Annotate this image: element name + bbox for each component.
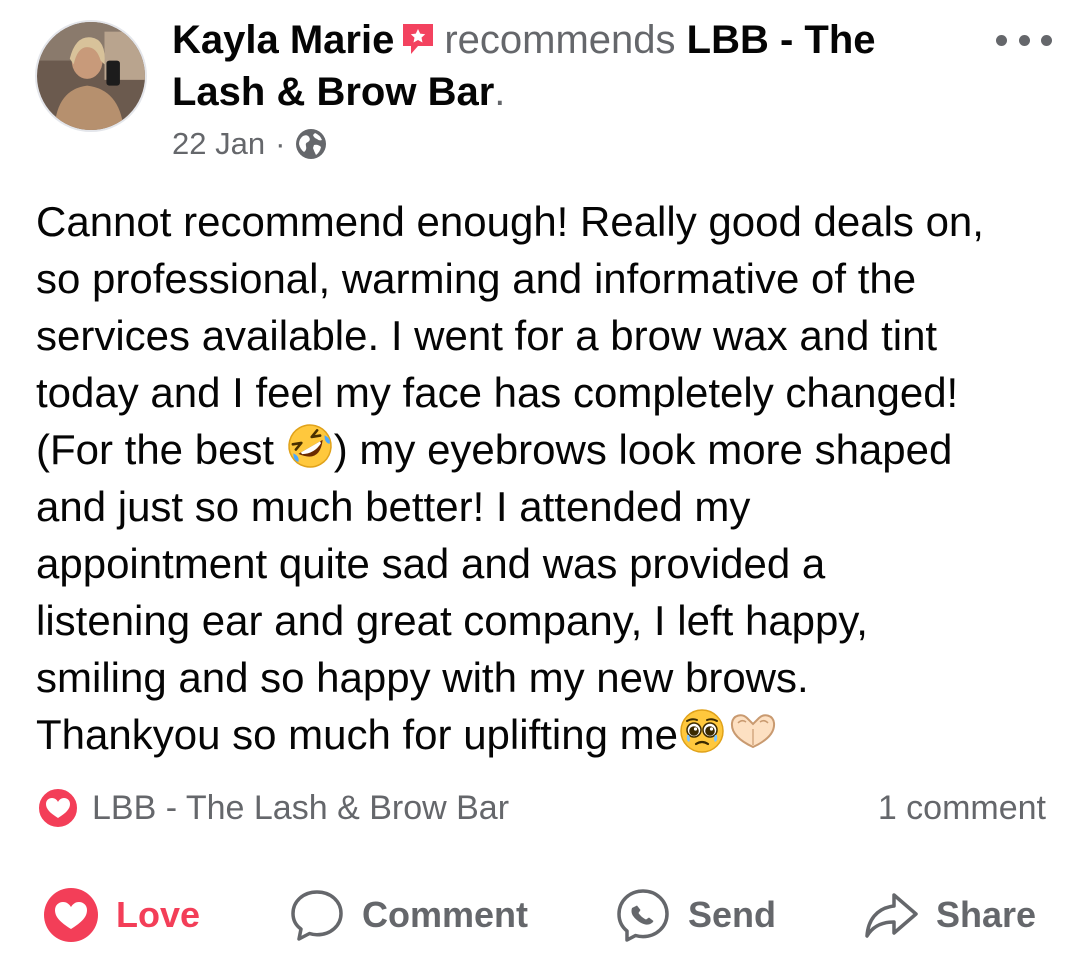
- reactor-name: LBB - The Lash & Brow Bar: [92, 788, 510, 827]
- recommends-verb: recommends: [444, 18, 676, 62]
- post-action-bar: Love Comment Send Share: [0, 880, 1080, 950]
- dot-icon: [1018, 34, 1030, 46]
- heart-hands-emoji: [726, 707, 780, 755]
- share-button[interactable]: Share: [862, 880, 1036, 950]
- header-period: .: [494, 70, 506, 114]
- love-reaction-icon: [36, 786, 80, 830]
- comment-bubble-icon: [288, 886, 346, 944]
- share-label: Share: [936, 894, 1037, 935]
- share-arrow-icon: [862, 886, 920, 944]
- comment-label: Comment: [362, 894, 529, 935]
- more-options-button[interactable]: [996, 28, 1052, 52]
- love-button[interactable]: Love: [42, 880, 200, 950]
- send-button[interactable]: Send: [614, 880, 776, 950]
- dot-icon: [996, 34, 1007, 46]
- comment-button[interactable]: Comment: [288, 880, 528, 950]
- send-label: Send: [688, 894, 777, 935]
- pleading-face-emoji: [678, 707, 726, 755]
- reactions-summary: LBB - The Lash & Brow Bar 1 comment: [36, 786, 1046, 830]
- messenger-icon: [614, 886, 672, 944]
- comment-count-link[interactable]: 1 comment: [878, 789, 1046, 828]
- love-label: Love: [116, 894, 201, 935]
- reactions-link[interactable]: LBB - The Lash & Brow Bar: [36, 786, 509, 830]
- love-heart-icon: [42, 886, 100, 944]
- author-avatar[interactable]: [35, 20, 147, 132]
- post-date[interactable]: 22 Jan: [172, 126, 265, 162]
- author-name[interactable]: Kayla Marie: [172, 18, 394, 62]
- meta-separator: ·: [275, 126, 286, 161]
- rolling-on-floor-laughing-emoji: [286, 422, 334, 470]
- post-body: Cannot recommend enough! Really good dea…: [36, 193, 1056, 763]
- post-meta: 22 Jan ·: [172, 126, 328, 162]
- post-header: Kayla Marie recommends LBB - The Lash & B…: [172, 14, 972, 118]
- globe-icon[interactable]: [294, 127, 328, 161]
- dot-icon: [1041, 34, 1052, 46]
- recommend-star-flag-icon: [400, 21, 436, 57]
- post-text-part-2: ) my eyebrows look more shaped and just …: [36, 426, 953, 758]
